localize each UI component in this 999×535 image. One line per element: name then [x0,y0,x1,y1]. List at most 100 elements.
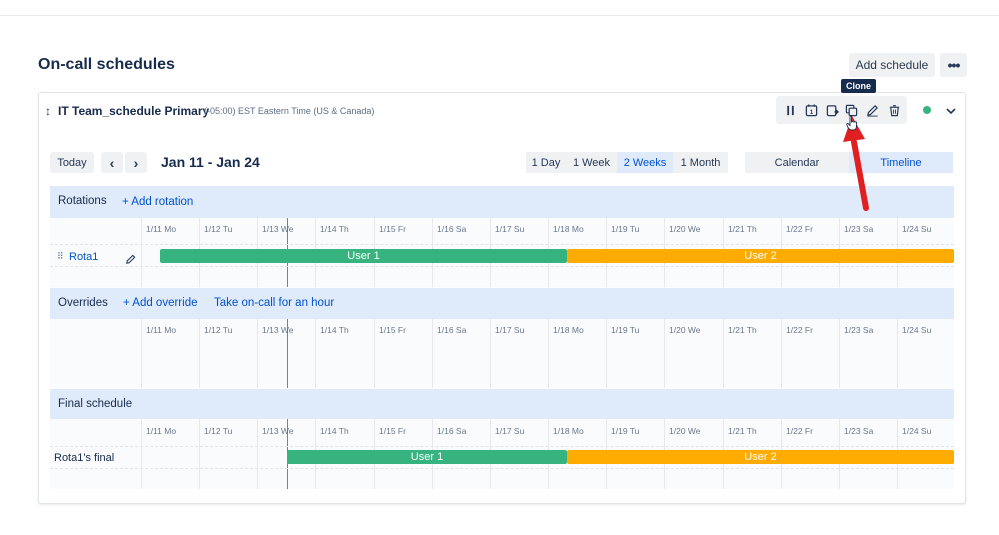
add-override-link[interactable]: + Add override [123,297,197,309]
day-column-divider [257,319,258,388]
rota-bar-user-2[interactable]: User 2 [567,249,954,263]
range-1-month[interactable]: 1 Month [673,152,728,173]
day-column-divider [257,419,258,489]
edit-rota-icon[interactable] [125,252,136,270]
day-column-divider [781,319,782,388]
annotation-arrow [843,116,869,211]
clone-tooltip: Clone [841,79,877,93]
day-header: 1/14 Th [320,426,349,436]
final-bar-user-1[interactable]: User 1 [287,450,567,464]
pause-icon[interactable] [783,103,797,117]
day-header: 1/23 Sa [844,426,874,436]
day-header: 1/17 Su [495,325,525,335]
svg-text:1: 1 [809,109,813,115]
day-column-divider [839,319,840,388]
day-header: 1/19 Tu [611,224,640,234]
day-header: 1/14 Th [320,325,349,335]
row-divider [50,266,954,267]
day-column-divider [141,319,142,388]
day-column-divider [723,319,724,388]
day-header: 1/15 Fr [379,325,406,335]
day-header: 1/18 Mo [553,426,584,436]
chevron-down-icon[interactable] [945,104,957,116]
day-header: 1/20 We [669,325,701,335]
add-schedule-button[interactable]: Add schedule [849,53,935,77]
day-header: 1/17 Su [495,426,525,436]
final-header [50,389,954,419]
day-header: 1/18 Mo [553,224,584,234]
take-oncall-link[interactable]: Take on-call for an hour [214,297,334,309]
day-header: 1/24 Su [902,325,932,335]
day-column-divider [897,319,898,388]
day-column-divider [315,319,316,388]
day-header: 1/16 Sa [437,325,467,335]
add-rotation-link[interactable]: + Add rotation [122,196,193,208]
rota-name-link[interactable]: Rota1 [69,251,98,263]
day-column-divider [664,319,665,388]
rota-drag-icon[interactable]: ⠿ [57,251,64,262]
day-header: 1/23 Sa [844,224,874,234]
day-header: 1/24 Su [902,224,932,234]
day-header: 1/12 Tu [204,325,233,335]
calendar-export-icon[interactable] [825,103,839,117]
day-header: 1/22 Fr [786,224,813,234]
page-title: On-call schedules [38,56,175,73]
day-column-divider [141,218,142,287]
day-column-divider [199,319,200,388]
final-row-label: Rota1's final [54,452,115,464]
day-header: 1/16 Sa [437,426,467,436]
schedule-name: IT Team_schedule Primary [58,104,210,118]
day-header: 1/23 Sa [844,325,874,335]
day-header: 1/19 Tu [611,325,640,335]
day-column-divider [374,319,375,388]
range-selector: 1 Day 1 Week 2 Weeks 1 Month [526,152,728,173]
final-bar-user-2[interactable]: User 2 [567,450,954,464]
day-header: 1/15 Fr [379,426,406,436]
rota-bar-user-1[interactable]: User 1 [160,249,567,263]
day-column-divider [606,319,607,388]
day-header: 1/15 Fr [379,224,406,234]
day-header: 1/11 Mo [146,325,177,335]
day-header: 1/12 Tu [204,426,233,436]
date-range-label: Jan 11 - Jan 24 [161,154,260,170]
rotations-title: Rotations [58,195,107,207]
calendar-day-icon[interactable]: 1 [804,103,818,117]
day-header: 1/20 We [669,224,701,234]
day-header: 1/21 Th [728,426,757,436]
next-period-button[interactable]: › [125,152,147,173]
day-header: 1/14 Th [320,224,349,234]
day-column-divider [490,319,491,388]
hand-cursor-icon [846,115,857,131]
day-header: 1/18 Mo [553,325,584,335]
day-header: 1/21 Th [728,325,757,335]
row-divider [50,244,954,245]
day-header: 1/11 Mo [146,224,177,234]
day-header: 1/20 We [669,426,701,436]
range-1-week[interactable]: 1 Week [566,152,617,173]
day-header: 1/12 Tu [204,224,233,234]
range-1-day[interactable]: 1 Day [526,152,566,173]
day-header: 1/21 Th [728,224,757,234]
prev-period-button[interactable]: ‹ [101,152,123,173]
range-2-weeks[interactable]: 2 Weeks [617,152,673,173]
schedule-timezone: (-05:00) EST Eastern Time (US & Canada) [204,106,375,116]
row-divider [50,468,954,469]
day-header: 1/11 Mo [146,426,177,436]
more-options-button[interactable]: ••• [940,53,967,77]
day-header: 1/13 We [262,426,294,436]
day-header: 1/22 Fr [786,426,813,436]
final-title: Final schedule [58,398,133,410]
drag-handle-icon[interactable]: ↕ [45,104,51,118]
day-header: 1/22 Fr [786,325,813,335]
status-indicator [923,106,931,114]
day-header: 1/13 We [262,224,294,234]
current-time-line [287,319,288,388]
day-header: 1/16 Sa [437,224,467,234]
day-column-divider [141,419,142,489]
row-divider [50,446,954,447]
day-column-divider [432,319,433,388]
view-calendar[interactable]: Calendar [745,152,849,173]
today-button[interactable]: Today [50,152,94,173]
day-header: 1/24 Su [902,426,932,436]
delete-icon[interactable] [887,103,901,117]
